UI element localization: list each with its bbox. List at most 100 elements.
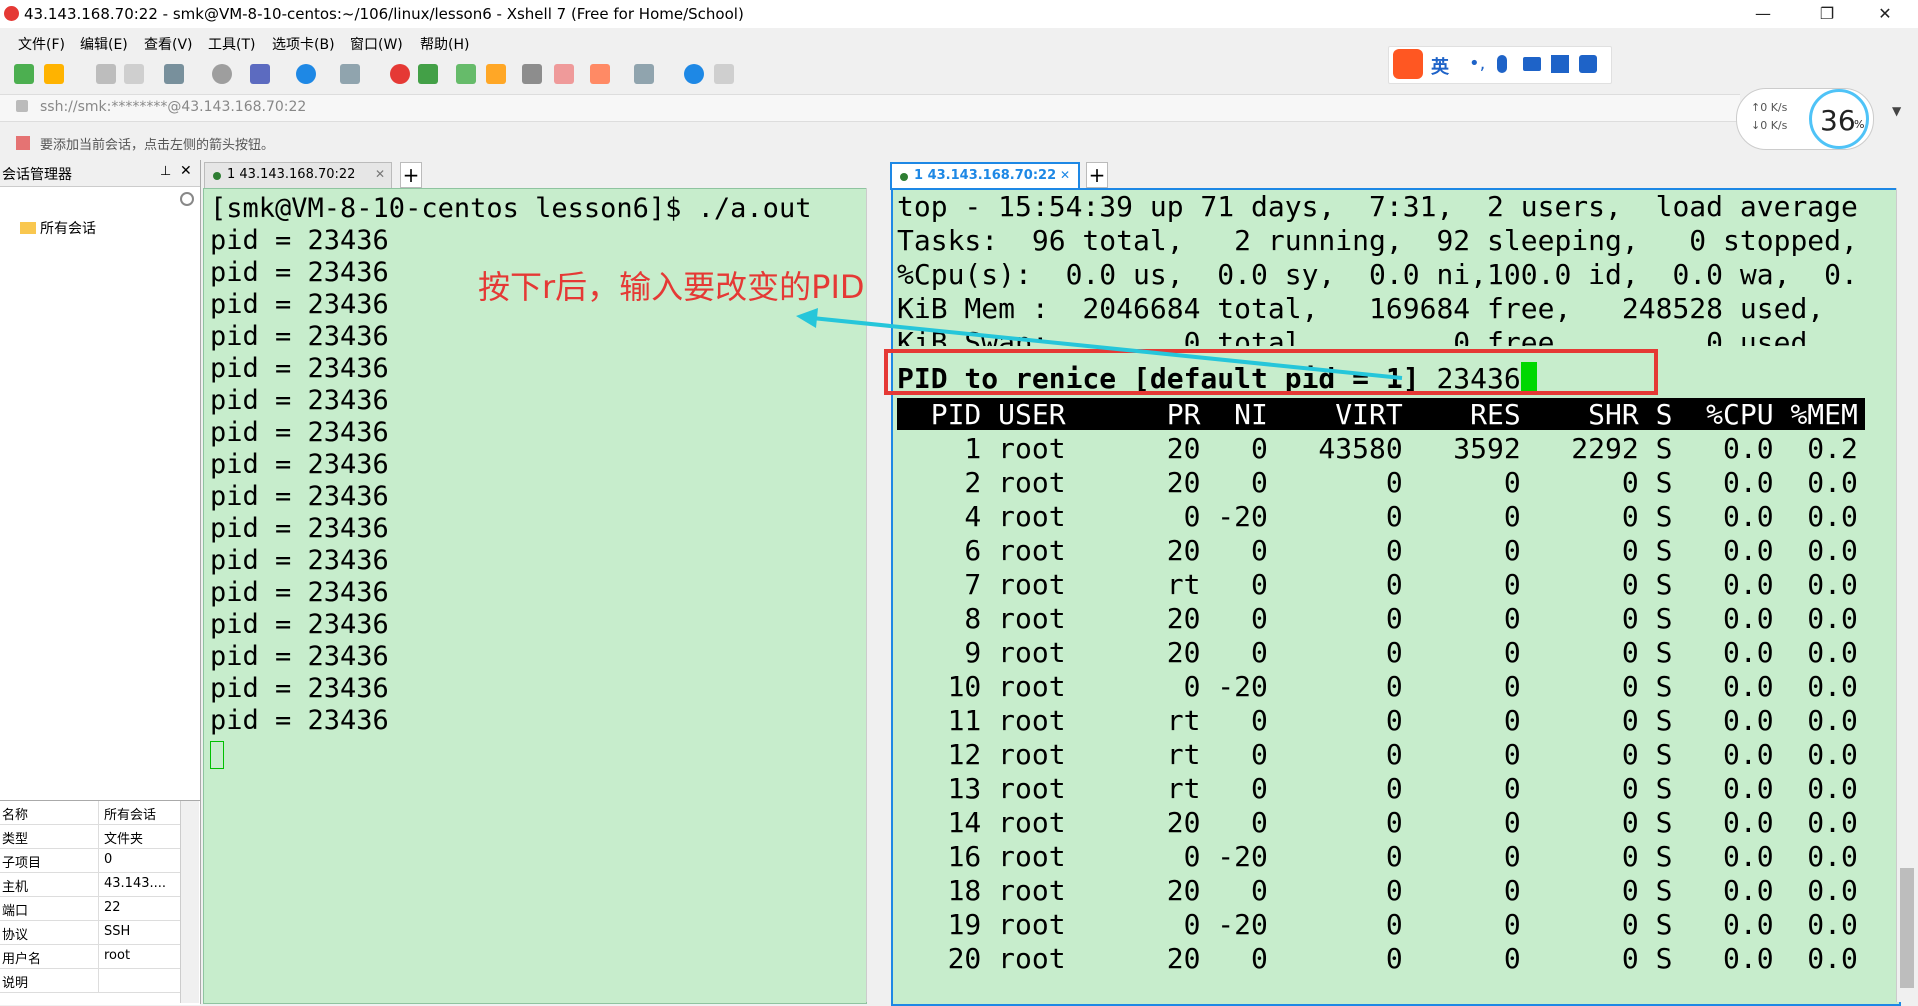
output-line: pid = 23436 <box>210 321 389 352</box>
chat-icon[interactable] <box>714 64 734 84</box>
output-line: pid = 23436 <box>210 513 389 544</box>
xftp-icon[interactable] <box>418 64 438 84</box>
network-speed-widget[interactable]: ↑0 K/s ↓0 K/s 36 % <box>1736 88 1874 150</box>
prop-key: 名称 <box>2 808 29 823</box>
prop-value: 22 <box>104 900 121 915</box>
title-bar: 43.143.168.70:22 - smk@VM-8-10-centos:~/… <box>0 0 1918 28</box>
process-row: 9 root 20 0 0 0 0 S 0.0 0.0 <box>897 636 1858 669</box>
props-scrollbar[interactable] <box>180 801 199 1003</box>
output-line: pid = 23436 <box>210 353 389 384</box>
prop-divider <box>98 969 99 992</box>
menu-help[interactable]: 帮助(H) <box>420 34 469 54</box>
menu-tabs[interactable]: 选项卡(B) <box>272 34 335 54</box>
right-terminal-scrollbar[interactable] <box>1896 188 1917 1002</box>
address-text[interactable]: ssh://smk:********@43.143.168.70:22 <box>40 99 306 115</box>
prop-divider <box>98 849 99 872</box>
menu-window[interactable]: 窗口(W) <box>350 34 403 54</box>
prop-value: 文件夹 <box>104 832 144 847</box>
top-summary-line: Tasks: 96 total, 2 running, 92 sleeping,… <box>897 224 1858 257</box>
tab-close-icon[interactable]: ✕ <box>375 167 385 181</box>
tab-close-icon[interactable]: ✕ <box>1060 168 1070 182</box>
top-summary-line: top - 15:54:39 up 71 days, 7:31, 2 users… <box>897 190 1858 223</box>
xshell-icon[interactable] <box>390 64 410 84</box>
top-summary-line: %Cpu(s): 0.0 us, 0.0 sy, 0.0 ni,100.0 id… <box>897 258 1858 291</box>
compose-icon[interactable] <box>250 64 270 84</box>
fullscreen-icon[interactable] <box>456 64 476 84</box>
output-line: pid = 23436 <box>210 449 389 480</box>
mic-icon[interactable] <box>1497 55 1507 73</box>
search-icon[interactable] <box>180 192 194 206</box>
close-icon[interactable]: ✕ <box>180 163 192 179</box>
tab-session-right[interactable]: 1 43.143.168.70:22 ✕ <box>890 162 1080 190</box>
minimize-button[interactable]: — <box>1740 0 1786 28</box>
process-table-header: PID USER PR NI VIRT RES SHR S %CPU %MEM <box>897 398 1858 431</box>
help-icon[interactable] <box>684 64 704 84</box>
keyboard-icon[interactable] <box>1523 57 1541 71</box>
load-percent-unit: % <box>1854 118 1865 131</box>
bookmark-icon[interactable] <box>16 136 30 150</box>
menu-bar: 文件(F) 编辑(E) 查看(V) 工具(T) 选项卡(B) 窗口(W) 帮助(… <box>0 28 1918 58</box>
output-line: pid = 23436 <box>210 641 389 672</box>
menu-view[interactable]: 查看(V) <box>144 34 193 54</box>
pin-icon[interactable]: ⊥ <box>160 164 171 179</box>
prop-divider <box>98 945 99 968</box>
highlight-icon[interactable] <box>554 64 574 84</box>
prop-row: 用户名 root <box>0 945 180 969</box>
add-tab-button[interactable]: + <box>400 162 422 188</box>
output-line: pid = 23436 <box>210 385 389 416</box>
tree-item-all-sessions[interactable]: 所有会话 <box>40 218 96 238</box>
output-line: pid = 23436 <box>210 225 389 256</box>
left-terminal[interactable]: [smk@VM-8-10-centos lesson6]$ ./a.out pi… <box>203 188 867 1004</box>
output-line: pid = 23436 <box>210 609 389 640</box>
prop-divider <box>98 897 99 920</box>
maximize-button[interactable]: ❐ <box>1804 0 1850 28</box>
ime-language[interactable]: 英 <box>1431 53 1449 79</box>
menu-file[interactable]: 文件(F) <box>18 34 65 54</box>
open-folder-icon[interactable] <box>44 64 64 84</box>
process-row: 2 root 20 0 0 0 0 S 0.0 0.0 <box>897 466 1858 499</box>
prop-row: 名称 所有会话 <box>0 801 180 825</box>
prop-divider <box>98 921 99 944</box>
shirt-icon[interactable] <box>1551 55 1569 73</box>
properties-icon[interactable] <box>164 64 184 84</box>
new-session-icon[interactable] <box>14 64 34 84</box>
prop-row: 说明 <box>0 969 180 993</box>
connected-dot-icon <box>213 172 221 180</box>
output-line: pid = 23436 <box>210 545 389 576</box>
prop-key: 主机 <box>2 880 29 895</box>
prop-value: root <box>104 948 131 963</box>
script-icon[interactable] <box>590 64 610 84</box>
prop-row: 协议 SSH <box>0 921 180 945</box>
layout-icon[interactable] <box>634 64 654 84</box>
process-row: 11 root rt 0 0 0 0 S 0.0 0.0 <box>897 704 1858 737</box>
hint-text: 要添加当前会话，点击左侧的箭头按钮。 <box>40 138 275 153</box>
close-button[interactable]: ✕ <box>1862 0 1908 28</box>
chevron-down-icon[interactable]: ▼ <box>1892 104 1901 118</box>
prop-divider <box>98 825 99 848</box>
find-icon[interactable] <box>212 64 232 84</box>
output-line: pid = 23436 <box>210 481 389 512</box>
output-line: pid = 23436 <box>210 257 389 288</box>
load-gauge: 36 % <box>1809 89 1869 149</box>
prop-key: 端口 <box>2 904 29 919</box>
prop-row: 类型 文件夹 <box>0 825 180 849</box>
add-tab-button[interactable]: + <box>1086 162 1108 188</box>
toolbar <box>0 58 1918 92</box>
output-line: pid = 23436 <box>210 417 389 448</box>
disconnect-icon[interactable] <box>124 64 144 84</box>
scrollbar-thumb[interactable] <box>1900 868 1914 988</box>
punct-icon[interactable]: •, <box>1469 55 1485 73</box>
grid-icon[interactable] <box>1579 55 1597 73</box>
keyboard-icon[interactable] <box>522 64 542 84</box>
menu-edit[interactable]: 编辑(E) <box>80 34 128 54</box>
lock-icon[interactable] <box>486 64 506 84</box>
terminal-prompt: [smk@VM-8-10-centos lesson6]$ ./a.out <box>210 193 812 224</box>
connect-icon[interactable] <box>96 64 116 84</box>
prop-row: 子项目 0 <box>0 849 180 873</box>
process-row: 16 root 0 -20 0 0 0 S 0.0 0.0 <box>897 840 1858 873</box>
globe-icon[interactable] <box>296 64 316 84</box>
menu-tools[interactable]: 工具(T) <box>208 34 255 54</box>
tab-session-left[interactable]: 1 43.143.168.70:22 ✕ <box>204 162 392 189</box>
annotation-arrow-icon <box>796 308 1403 380</box>
font-icon[interactable] <box>340 64 360 84</box>
